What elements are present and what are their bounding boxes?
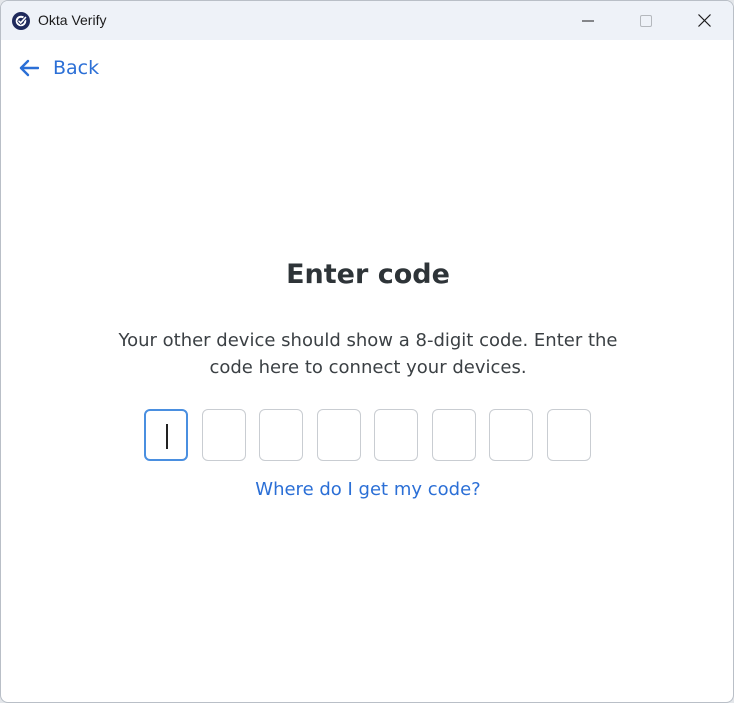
code-digit-6-input[interactable] (431, 409, 476, 461)
arrow-left-icon (19, 59, 39, 77)
back-button[interactable]: Back (19, 57, 99, 79)
maximize-button[interactable] (617, 1, 675, 40)
code-digit-8-input[interactable] (546, 409, 591, 461)
help-link[interactable]: Where do I get my code? (1, 479, 733, 500)
code-digit-1-input[interactable] (144, 409, 188, 461)
window-title: Okta Verify (38, 12, 107, 28)
okta-verify-icon (12, 12, 30, 30)
code-input-group (144, 409, 591, 461)
instruction-text: Your other device should show a 8-digit … (118, 330, 618, 378)
close-button[interactable] (675, 1, 733, 40)
minimize-button[interactable] (559, 1, 617, 40)
maximize-icon (640, 14, 652, 27)
back-label: Back (53, 57, 100, 79)
app-window: Okta Verify Back Enter code Your other d… (0, 0, 734, 703)
code-digit-2-input[interactable] (201, 409, 246, 461)
text-caret (166, 424, 168, 449)
code-digit-3-input[interactable] (259, 409, 303, 461)
close-icon (697, 14, 711, 27)
code-digit-7-input[interactable] (489, 409, 533, 461)
minimize-icon (582, 20, 594, 21)
code-digit-5-input[interactable] (374, 409, 418, 461)
title-bar[interactable]: Okta Verify (1, 1, 733, 40)
code-digit-4-input[interactable] (316, 409, 361, 461)
page-title: Enter code (286, 259, 450, 290)
